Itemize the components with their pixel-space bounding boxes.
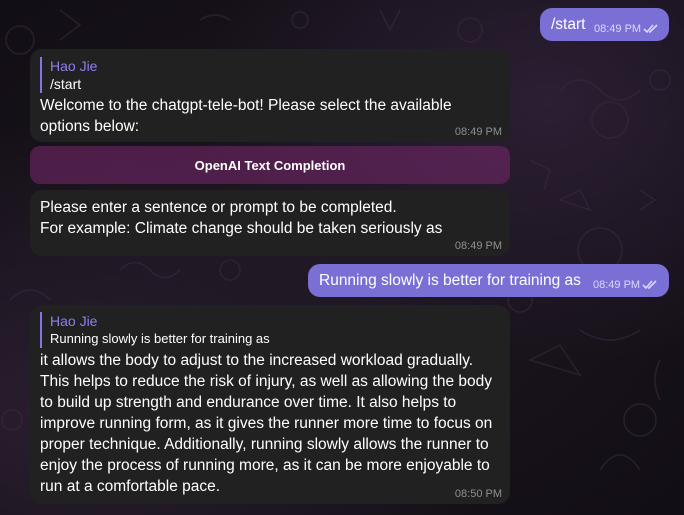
message-text: Running slowly is better for training as — [319, 272, 581, 289]
reply-text: /start — [50, 76, 82, 92]
reply-author: Hao Jie — [50, 313, 98, 329]
openai-text-completion-button[interactable]: OpenAI Text Completion — [30, 146, 510, 184]
message-time: 08:49 PM — [454, 240, 502, 252]
message-line-1: Please enter a sentence or prompt to be … — [40, 199, 397, 216]
incoming-message-completion[interactable]: Hao Jie Running slowly is better for tra… — [30, 305, 510, 504]
message-time: 08:49 PM — [454, 126, 502, 138]
message-text: /start — [551, 16, 586, 33]
message-text: it allows the body to adjust to the incr… — [40, 352, 493, 495]
message-meta: 08:49 PM — [593, 279, 658, 291]
message-meta: 08:49 PM — [594, 23, 659, 35]
outgoing-message-prompt[interactable]: Running slowly is better for training as… — [308, 264, 669, 297]
outgoing-message-start[interactable]: /start 08:49 PM — [540, 8, 669, 41]
reply-author: Hao Jie — [50, 58, 98, 74]
double-check-icon — [643, 24, 658, 34]
double-check-icon — [642, 280, 657, 290]
message-text: Welcome to the chatgpt-tele-bot! Please … — [40, 97, 452, 135]
message-line-2: For example: Climate change should be ta… — [40, 220, 443, 237]
reply-quote[interactable]: Hao Jie Running slowly is better for tra… — [40, 312, 500, 348]
incoming-message-welcome[interactable]: Hao Jie /start Welcome to the chatgpt-te… — [30, 49, 510, 142]
incoming-message-prompt[interactable]: Please enter a sentence or prompt to be … — [30, 190, 510, 256]
reply-text: Running slowly is better for training as — [50, 331, 270, 346]
message-time: 08:50 PM — [454, 488, 502, 500]
message-time: 08:49 PM — [594, 23, 642, 35]
message-time: 08:49 PM — [593, 279, 641, 291]
reply-quote[interactable]: Hao Jie /start — [40, 57, 500, 93]
